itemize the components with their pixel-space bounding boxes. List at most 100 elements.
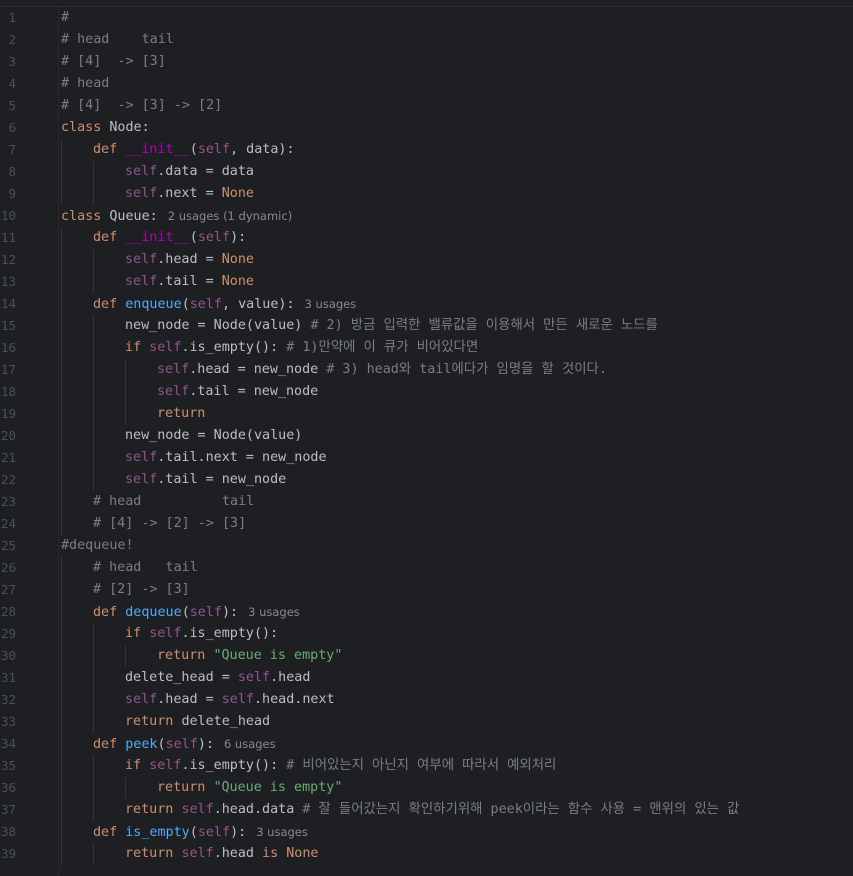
code-line[interactable]: 23 # head tail: [0, 491, 853, 513]
line-number[interactable]: 12: [0, 249, 16, 271]
line-number[interactable]: 24: [0, 513, 16, 535]
line-number[interactable]: 31: [0, 667, 16, 689]
line-number[interactable]: 13: [0, 271, 16, 293]
code-line[interactable]: 21 self.tail.next = new_node: [0, 447, 853, 469]
line-number[interactable]: 29: [0, 623, 16, 645]
code-text[interactable]: #: [61, 7, 69, 29]
code-line[interactable]: 37 return self.head.data # 잘 들어갔는지 확인하기위해…: [0, 799, 853, 821]
code-text[interactable]: self.tail.next = new_node: [125, 447, 327, 469]
code-text[interactable]: self.head = None: [125, 249, 254, 271]
usages-inlay-hint[interactable]: 3 usages: [246, 825, 308, 839]
code-line[interactable]: 18 self.tail = new_node: [0, 381, 853, 403]
line-number[interactable]: 33: [0, 711, 16, 733]
code-line[interactable]: 1 #: [0, 7, 853, 29]
code-text[interactable]: if self.is_empty():: [125, 623, 278, 645]
code-text[interactable]: self.tail = new_node: [157, 381, 318, 403]
code-line[interactable]: 5 # [4] -> [3] -> [2]: [0, 95, 853, 117]
line-number[interactable]: 16: [0, 337, 16, 359]
line-number[interactable]: 21: [0, 447, 16, 469]
line-number[interactable]: 37: [0, 799, 16, 821]
code-text[interactable]: # head: [61, 73, 109, 95]
code-text[interactable]: if self.is_empty(): # 1)만약에 이 큐가 비어있다면: [125, 337, 478, 359]
code-text[interactable]: # head tail: [61, 29, 174, 51]
line-number[interactable]: 8: [0, 161, 16, 183]
code-line[interactable]: 8 self.data = data: [0, 161, 853, 183]
code-line[interactable]: 30 return "Queue is empty": [0, 645, 853, 667]
code-line[interactable]: 2 # head tail: [0, 29, 853, 51]
code-editor[interactable]: 1 #2 # head tail 3 # [4] -> [3] 4 # head 5 # [4]…: [0, 0, 853, 876]
line-number[interactable]: 3: [0, 51, 16, 73]
code-text[interactable]: # [4] -> [2] -> [3]: [93, 513, 246, 535]
line-number[interactable]: 27: [0, 579, 16, 601]
line-number[interactable]: 7: [0, 139, 16, 161]
line-number[interactable]: 22: [0, 469, 16, 491]
line-number[interactable]: 39: [0, 843, 16, 865]
line-number[interactable]: 11: [0, 227, 16, 249]
code-text[interactable]: return: [157, 403, 205, 425]
code-text[interactable]: new_node = Node(value) # 2) 방금 입력한 밸류값을 …: [125, 315, 658, 337]
code-line[interactable]: 20 new_node = Node(value): [0, 425, 853, 447]
line-number[interactable]: 5: [0, 95, 16, 117]
code-text[interactable]: self.next = None: [125, 183, 254, 205]
line-number[interactable]: 26: [0, 557, 16, 579]
code-line[interactable]: 14 def enqueue(self, value): 3 usages: [0, 293, 853, 315]
line-number[interactable]: 20: [0, 425, 16, 447]
line-number[interactable]: 15: [0, 315, 16, 337]
line-number[interactable]: 32: [0, 689, 16, 711]
code-text[interactable]: #dequeue!: [61, 535, 134, 557]
line-number[interactable]: 35: [0, 755, 16, 777]
code-text[interactable]: # head tail: [93, 491, 254, 513]
code-line[interactable]: 26 # head tail: [0, 557, 853, 579]
code-text[interactable]: def __init__(self):: [93, 227, 246, 249]
code-line[interactable]: 3 # [4] -> [3]: [0, 51, 853, 73]
line-number[interactable]: 6: [0, 117, 16, 139]
line-number[interactable]: 18: [0, 381, 16, 403]
code-line[interactable]: 19 return: [0, 403, 853, 425]
code-line[interactable]: 16 if self.is_empty(): # 1)만약에 이 큐가 비어있다면: [0, 337, 853, 359]
code-line[interactable]: 4 # head: [0, 73, 853, 95]
code-line[interactable]: 17 self.head = new_node # 3) head와 tail에다…: [0, 359, 853, 381]
line-number[interactable]: 2: [0, 29, 16, 51]
line-number[interactable]: 4: [0, 73, 16, 95]
code-line[interactable]: 38 def is_empty(self): 3 usages: [0, 821, 853, 843]
code-text[interactable]: def enqueue(self, value): 3 usages: [93, 293, 356, 316]
code-text[interactable]: class Node:: [61, 117, 150, 139]
line-number[interactable]: 1: [0, 7, 16, 29]
code-text[interactable]: # [4] -> [3] -> [2]: [61, 95, 222, 117]
line-number[interactable]: 28: [0, 601, 16, 623]
code-line[interactable]: 25 #dequeue!: [0, 535, 853, 557]
code-line[interactable]: 11 def __init__(self):: [0, 227, 853, 249]
code-text[interactable]: def peek(self): 6 usages: [93, 733, 276, 756]
line-number[interactable]: 34: [0, 733, 16, 755]
code-text[interactable]: # head tail: [93, 557, 198, 579]
code-line[interactable]: 9 self.next = None: [0, 183, 853, 205]
code-line[interactable]: 15 new_node = Node(value) # 2) 방금 입력한 밸류값…: [0, 315, 853, 337]
usages-inlay-hint[interactable]: 6 usages: [214, 737, 276, 751]
code-text[interactable]: new_node = Node(value): [125, 425, 302, 447]
line-number[interactable]: 25: [0, 535, 16, 557]
code-text[interactable]: self.head = self.head.next: [125, 689, 335, 711]
code-line[interactable]: 36 return "Queue is empty": [0, 777, 853, 799]
code-text[interactable]: self.tail = new_node: [125, 469, 286, 491]
line-number[interactable]: 17: [0, 359, 16, 381]
code-line[interactable]: 27 # [2] -> [3]: [0, 579, 853, 601]
line-number[interactable]: 36: [0, 777, 16, 799]
line-number[interactable]: 38: [0, 821, 16, 843]
code-line[interactable]: 12 self.head = None: [0, 249, 853, 271]
line-number[interactable]: 30: [0, 645, 16, 667]
code-line[interactable]: 24 # [4] -> [2] -> [3]: [0, 513, 853, 535]
line-number[interactable]: 14: [0, 293, 16, 315]
code-text[interactable]: return delete_head: [125, 711, 270, 733]
code-line[interactable]: 35 if self.is_empty(): # 비어있는지 아닌지 여부에 따라…: [0, 755, 853, 777]
code-line[interactable]: 6 class Node:: [0, 117, 853, 139]
code-line[interactable]: 13 self.tail = None: [0, 271, 853, 293]
code-text[interactable]: self.head = new_node # 3) head와 tail에다가 …: [157, 359, 607, 381]
code-line[interactable]: 10 class Queue: 2 usages (1 dynamic): [0, 205, 853, 227]
code-line[interactable]: 32 self.head = self.head.next: [0, 689, 853, 711]
line-number[interactable]: 23: [0, 491, 16, 513]
usages-inlay-hint[interactable]: 2 usages (1 dynamic): [158, 209, 292, 223]
line-number[interactable]: 10: [0, 205, 16, 227]
line-number[interactable]: 19: [0, 403, 16, 425]
code-text[interactable]: self.tail = None: [125, 271, 254, 293]
code-text[interactable]: def __init__(self, data):: [93, 139, 295, 161]
